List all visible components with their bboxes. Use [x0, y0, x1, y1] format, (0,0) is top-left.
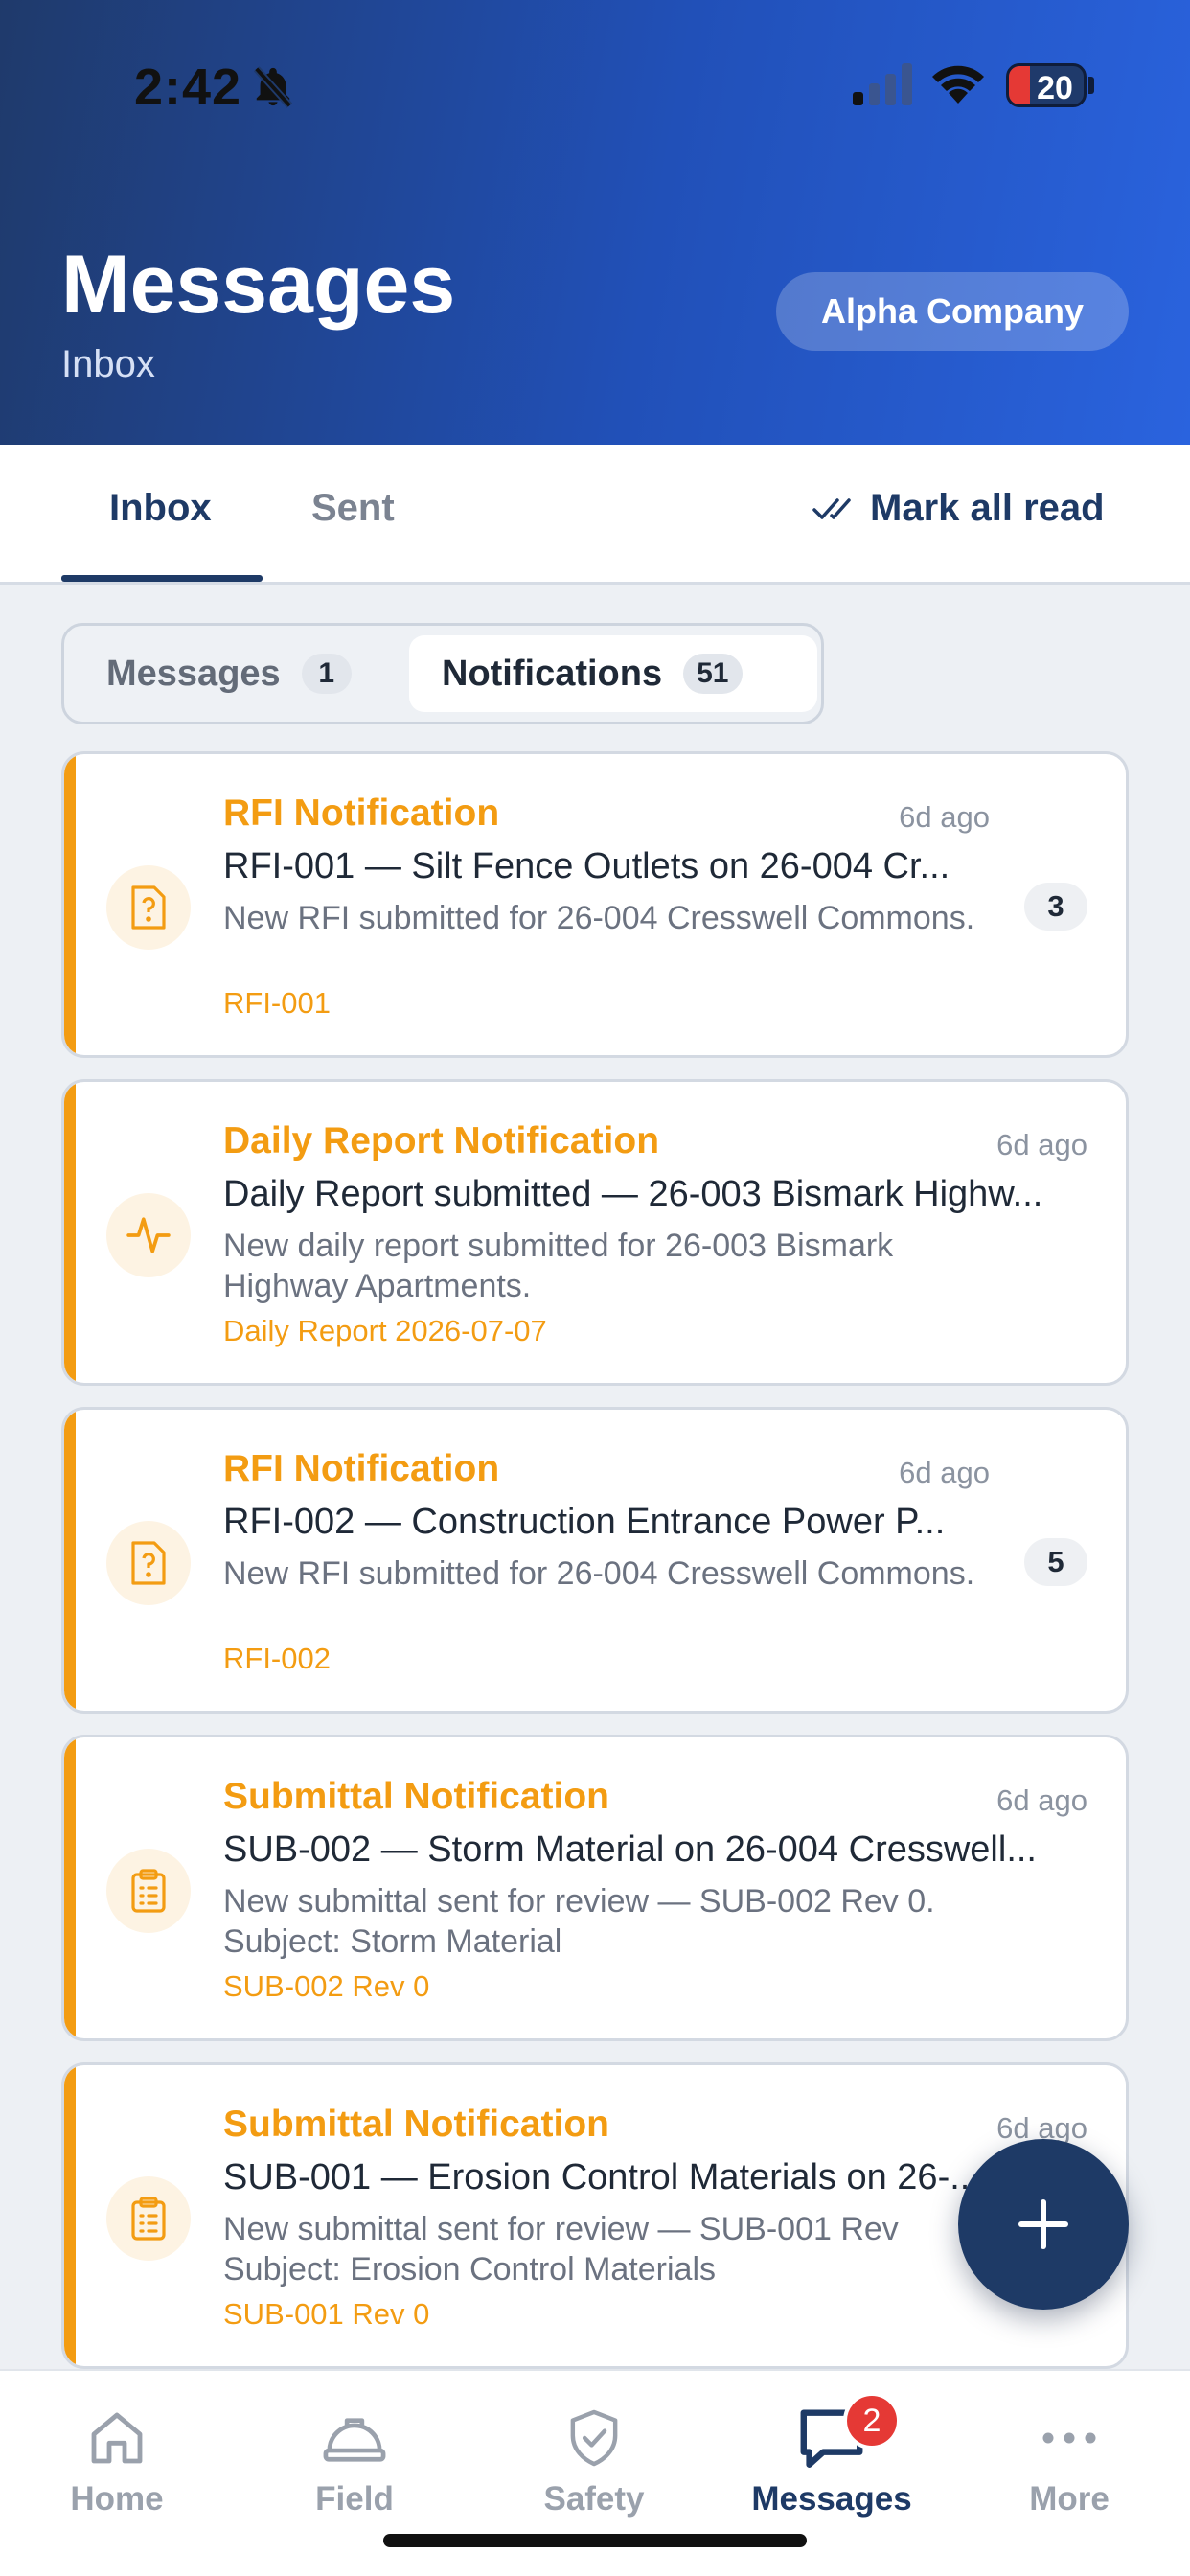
messages-unread-badge: 2: [843, 2392, 901, 2450]
home-indicator: [383, 2534, 807, 2547]
notification-body: New RFI submitted for 26-004 Cresswell C…: [223, 900, 975, 936]
tab-sent[interactable]: Sent: [311, 487, 395, 530]
mark-all-read-button[interactable]: Mark all read: [812, 487, 1105, 530]
clipboard-icon: [106, 2176, 191, 2261]
hard-hat-icon: [323, 2418, 386, 2462]
notification-type: RFI Notification: [223, 1448, 500, 1489]
notification-time: 6d ago: [996, 1128, 1087, 1162]
double-check-icon: [812, 497, 851, 519]
status-time: 2:42: [134, 58, 242, 116]
notification-reference: RFI-002: [223, 1642, 331, 1675]
card-accent-bar: [64, 1082, 76, 1383]
notification-type: Submittal Notification: [223, 1776, 609, 1817]
notification-card[interactable]: Daily Report Notification 6d ago Daily R…: [61, 1079, 1129, 1386]
page-subtitle: Inbox: [61, 343, 155, 385]
card-accent-bar: [64, 1410, 76, 1711]
tab-bar: Inbox Sent Mark all read: [0, 445, 1190, 585]
notification-subject: SUB-002 — Storm Material on 26-004 Cress…: [223, 1829, 1037, 1870]
nav-safety[interactable]: Safety: [498, 2400, 690, 2518]
nav-more-label: More: [1029, 2480, 1110, 2518]
more-dots-icon: [1042, 2432, 1096, 2444]
compose-fab-button[interactable]: [958, 2139, 1129, 2310]
notification-reference: SUB-001 Rev 0: [223, 2297, 430, 2331]
mark-all-read-label: Mark all read: [870, 487, 1105, 529]
header: 2:42 20 Messages Inbox Alpha Company: [0, 0, 1190, 445]
shield-check-icon: [570, 2409, 618, 2467]
active-tab-indicator: [61, 575, 263, 582]
notification-body: New RFI submitted for 26-004 Cresswell C…: [223, 1555, 975, 1592]
segment-messages-label: Messages: [106, 653, 281, 694]
plus-icon: [1018, 2199, 1068, 2249]
page-title: Messages: [61, 239, 456, 331]
notification-type: RFI Notification: [223, 793, 500, 834]
notification-time: 6d ago: [899, 800, 990, 834]
segment-notifications-label: Notifications: [442, 653, 663, 694]
notification-reference: Daily Report 2026-07-07: [223, 1314, 547, 1347]
question-doc-icon: [106, 1521, 191, 1605]
nav-messages-label: Messages: [751, 2480, 912, 2518]
card-accent-bar: [64, 754, 76, 1055]
notification-type: Daily Report Notification: [223, 1120, 660, 1162]
question-doc-icon: [106, 865, 191, 950]
status-bar: 2:42 20: [0, 0, 1190, 172]
notification-type: Submittal Notification: [223, 2104, 609, 2145]
notification-subject: Daily Report submitted — 26-003 Bismark …: [223, 1174, 1043, 1214]
card-accent-bar: [64, 1737, 76, 2038]
notification-body: New submittal sent for review — SUB-001 …: [223, 2211, 899, 2288]
nav-field[interactable]: Field: [259, 2400, 450, 2518]
notification-time: 6d ago: [899, 1456, 990, 1489]
activity-icon: [106, 1193, 191, 1277]
cellular-signal-icon: [853, 63, 912, 105]
company-selector[interactable]: Alpha Company: [776, 272, 1129, 351]
card-accent-bar: [64, 2065, 76, 2366]
notification-card[interactable]: RFI Notification 6d ago RFI-002 — Constr…: [61, 1407, 1129, 1714]
notification-card[interactable]: Submittal Notification 6d ago SUB-002 — …: [61, 1735, 1129, 2041]
segment-notifications[interactable]: Notifications 51: [409, 635, 817, 712]
nav-more[interactable]: More: [973, 2400, 1165, 2518]
segment-messages-count: 1: [301, 654, 352, 694]
nav-home[interactable]: Home: [21, 2400, 213, 2518]
notification-body: New daily report submitted for 26-003 Bi…: [223, 1228, 894, 1304]
battery-indicator: 20: [1006, 63, 1087, 107]
home-icon: [91, 2412, 143, 2464]
notification-subject: RFI-002 — Construction Entrance Power P.…: [223, 1502, 946, 1542]
segment-notifications-count: 51: [683, 654, 743, 694]
notification-count-badge: 5: [1024, 1538, 1087, 1586]
clipboard-icon: [106, 1849, 191, 1933]
notification-reference: SUB-002 Rev 0: [223, 1969, 430, 2003]
notification-body: New submittal sent for review — SUB-002 …: [223, 1883, 935, 1960]
nav-field-label: Field: [315, 2480, 394, 2518]
battery-tip: [1088, 77, 1094, 94]
segment-messages[interactable]: Messages 1: [74, 635, 384, 712]
wifi-icon: [932, 65, 984, 104]
battery-percent: 20: [1037, 70, 1073, 106]
bell-off-icon: [253, 66, 293, 108]
nav-messages[interactable]: 2 Messages: [736, 2392, 927, 2518]
notification-reference: RFI-001: [223, 986, 331, 1020]
nav-home-label: Home: [70, 2480, 164, 2518]
notification-subject: RFI-001 — Silt Fence Outlets on 26-004 C…: [223, 846, 950, 886]
notification-card[interactable]: RFI Notification 6d ago RFI-001 — Silt F…: [61, 751, 1129, 1058]
notification-time: 6d ago: [996, 1783, 1087, 1817]
tab-inbox[interactable]: Inbox: [109, 487, 212, 530]
notification-count-badge: 3: [1024, 883, 1087, 931]
segmented-control: Messages 1 Notifications 51: [61, 623, 824, 724]
nav-safety-label: Safety: [543, 2480, 645, 2518]
